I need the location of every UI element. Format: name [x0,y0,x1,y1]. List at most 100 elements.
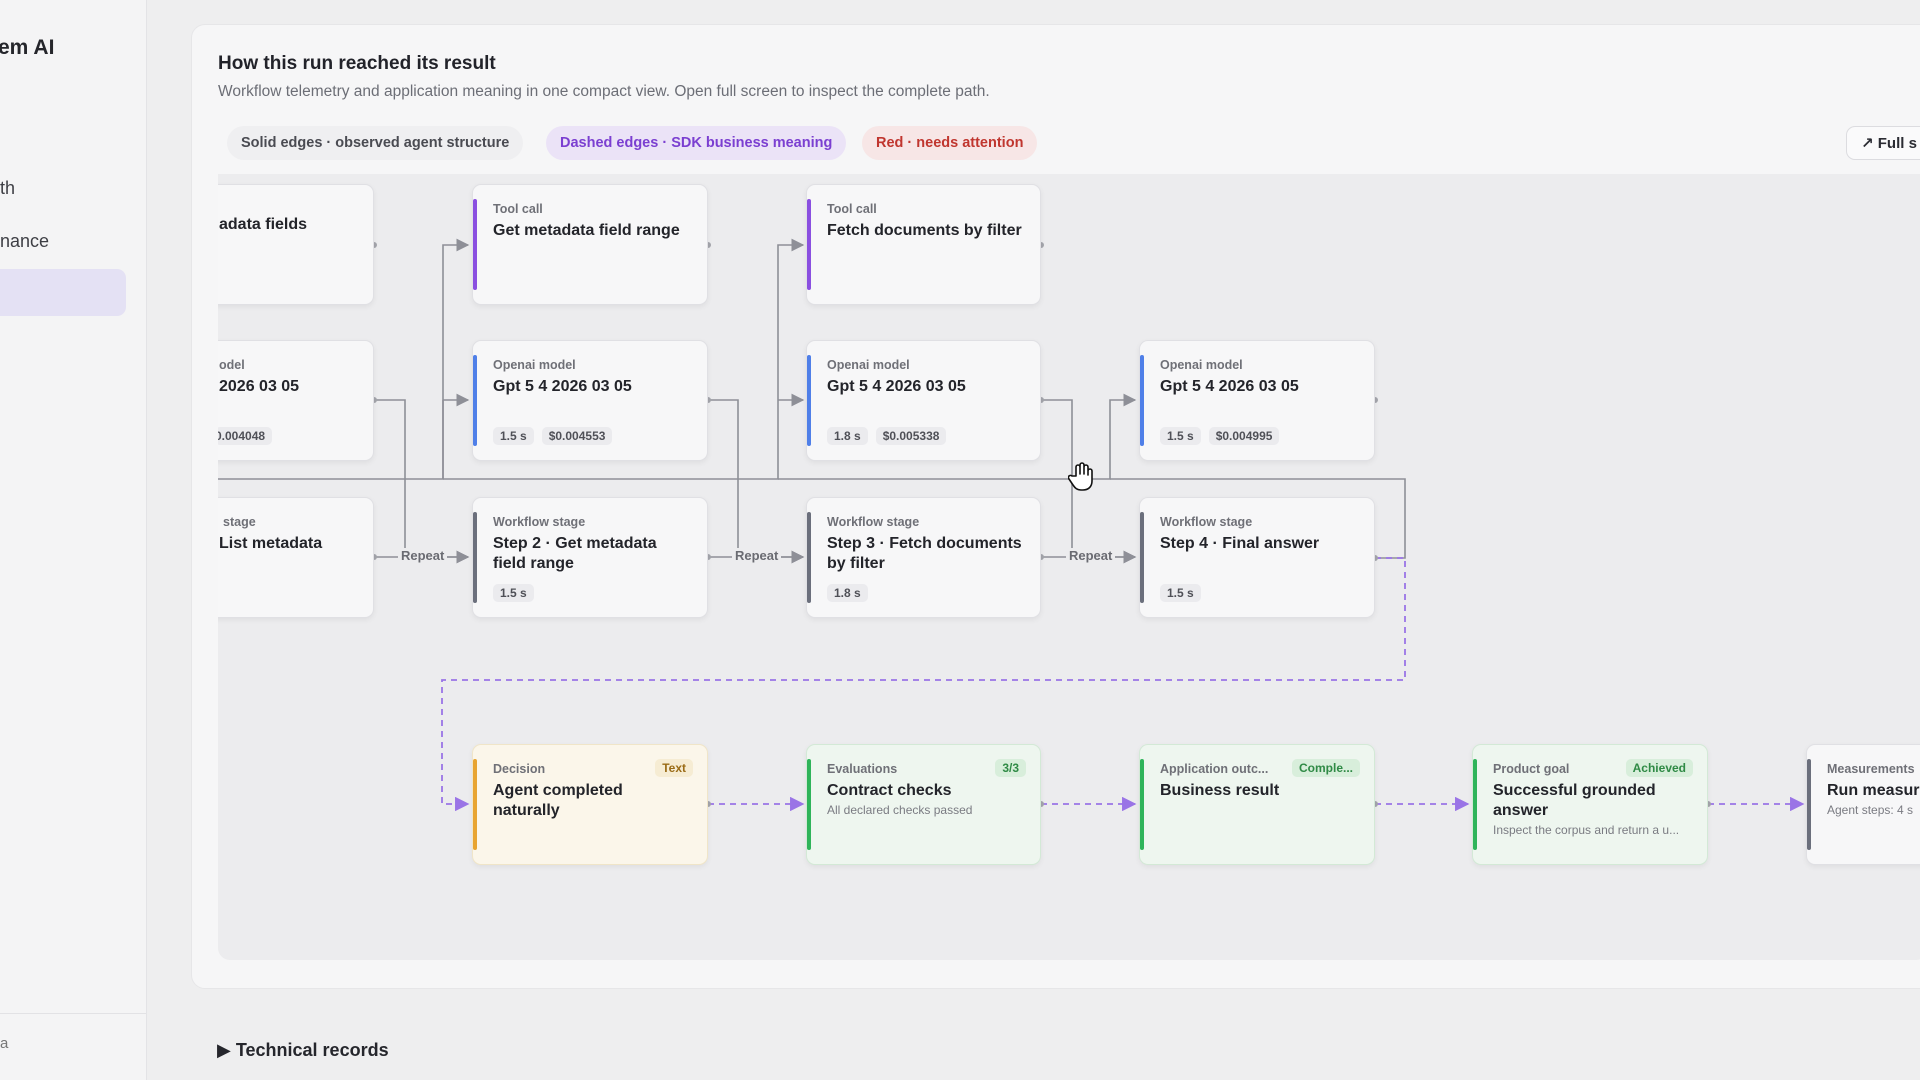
node-duration-chip: 1.5 s [493,427,534,445]
node-title: List metadata [219,535,323,552]
repeat-label-2: Repeat [732,548,782,563]
legend-solid-edges: Solid edges · observed agent structure [227,126,524,160]
node-subtitle: All declared checks passed [827,803,973,817]
node-kind: Openai model [1160,358,1243,372]
node-badge: Comple... [1291,759,1360,777]
node-stage-step-4[interactable]: Workflow stage Step 4 · Final answer 1.5… [1139,497,1375,618]
node-subtitle: Agent steps: 4 s [1827,803,1914,817]
sidebar-footer: a [0,1035,9,1052]
node-title: Gpt 5 4 2026 03 05 [1160,378,1299,395]
node-measurements[interactable]: Measurements Run measur Agent steps: 4 s [1806,744,1920,865]
node-badge: 3/3 [995,759,1026,777]
node-application-outcome[interactable]: Application outc... Comple... Business r… [1139,744,1375,865]
node-duration-chip: 1.5 s [493,584,534,602]
node-accent-bar [1140,759,1144,850]
full-screen-label: Full s [1877,135,1917,152]
node-accent-bar [807,355,811,446]
app-brand: em AI [0,36,55,59]
node-cost-chip: $0.004553 [541,427,613,445]
node-title: 2026 03 05 [219,378,300,395]
workflow-graph-canvas[interactable]: Repeat Repeat Repeat adata fields Tool c… [218,174,1920,960]
node-model-1[interactable]: Openai model Gpt 5 4 2026 03 05 1.5 s $0.… [472,340,708,461]
node-model-0[interactable]: odel 2026 03 05 0.004048 [218,340,374,461]
node-accent-bar [807,512,811,603]
node-duration-chip: 1.5 s [1160,427,1201,445]
legend-red-attention: Red · needs attention [862,126,1038,160]
node-title: Get metadata field range [493,222,680,239]
grab-hand-cursor-icon [1068,462,1093,491]
node-kind: Openai model [493,358,576,372]
node-stage-step-3[interactable]: Workflow stage Step 3 · Fetch documents … [806,497,1041,618]
node-accent-bar [473,512,477,603]
node-title: Gpt 5 4 2026 03 05 [493,378,632,395]
node-accent-bar [1473,759,1477,850]
node-kind: Product goal [1493,762,1570,776]
node-cost-chip: $0.005338 [875,427,947,445]
sidebar-divider [0,1013,146,1014]
node-accent-bar [1140,355,1144,446]
node-title: Fetch documents by filter [827,222,1022,239]
node-stage-list-metadata[interactable]: stage List metadata [218,497,374,618]
node-title: Run measur [1827,782,1920,799]
node-duration-chip: 1.8 s [827,584,868,602]
node-title: Agent completed naturally [493,782,623,819]
sidebar-item-active[interactable] [0,269,126,316]
node-accent-bar [1807,759,1811,850]
node-kind: odel [219,358,245,372]
node-tool-call-get-metadata-range[interactable]: Tool call Get metadata field range [472,184,708,305]
node-title: Successful grounded answer [1493,782,1656,819]
node-evaluations[interactable]: Evaluations 3/3 Contract checks All decl… [806,744,1041,865]
node-title: Step 3 · Fetch documents by filter [827,535,1022,572]
node-accent-bar [473,199,477,290]
node-title: Contract checks [827,782,952,799]
repeat-label-3: Repeat [1066,548,1116,563]
node-kind: Workflow stage [493,515,586,529]
arrow-up-right-icon: ↗ [1861,135,1874,152]
node-kind: Tool call [493,202,543,216]
node-accent-bar [473,759,477,850]
node-subtitle: Inspect the corpus and return a u... [1493,823,1680,837]
node-cost-chip: $0.004995 [1208,427,1280,445]
node-product-goal[interactable]: Product goal Achieved Successful grounde… [1472,744,1708,865]
node-accent-bar [807,759,811,850]
node-kind: Tool call [827,202,877,216]
node-kind: Evaluations [827,762,898,776]
node-badge: Text [655,759,693,777]
node-title: Gpt 5 4 2026 03 05 [827,378,966,395]
technical-records-toggle[interactable]: ▶ Technical records [217,1040,389,1061]
node-decision[interactable]: Decision Text Agent completed naturally [472,744,708,865]
node-cost-chip: 0.004048 [218,427,273,445]
node-duration-chip: 1.8 s [827,427,868,445]
node-model-3[interactable]: Openai model Gpt 5 4 2026 03 05 1.5 s $0.… [1139,340,1375,461]
node-kind: Decision [493,762,546,776]
node-title: adata fields [219,216,308,233]
node-accent-bar [473,355,477,446]
technical-records-label: Technical records [235,1040,389,1060]
node-title: Step 2 · Get metadata field range [493,535,657,572]
node-tool-call-list-metadata[interactable]: adata fields [218,184,374,305]
node-kind: Measurements [1827,762,1915,776]
node-title: Step 4 · Final answer [1160,535,1320,552]
sidebar-item-governance[interactable]: nance [0,231,49,252]
node-stage-step-2[interactable]: Workflow stage Step 2 · Get metadata fie… [472,497,708,618]
node-kind: Workflow stage [1160,515,1253,529]
node-duration-chip: 1.5 s [1160,584,1201,602]
full-screen-button[interactable]: ↗ Full s [1846,126,1920,160]
panel-subtitle: Workflow telemetry and application meani… [218,83,990,100]
legend-dashed-edges: Dashed edges · SDK business meaning [546,126,847,160]
node-tool-call-fetch-documents[interactable]: Tool call Fetch documents by filter [806,184,1041,305]
node-title: Business result [1160,782,1280,799]
repeat-label-1: Repeat [398,548,448,563]
node-kind: stage [223,515,256,529]
node-badge: Achieved [1625,759,1693,777]
sidebar-item-path[interactable]: th [0,178,15,199]
disclosure-triangle-icon: ▶ [217,1040,231,1060]
node-kind: Openai model [827,358,910,372]
node-kind: Application outc... [1160,762,1269,776]
node-model-2[interactable]: Openai model Gpt 5 4 2026 03 05 1.8 s $0.… [806,340,1041,461]
node-kind: Workflow stage [827,515,920,529]
node-accent-bar [807,199,811,290]
panel-title: How this run reached its result [218,53,496,74]
sidebar: em AI th nance a [0,0,147,1080]
node-accent-bar [1140,512,1144,603]
